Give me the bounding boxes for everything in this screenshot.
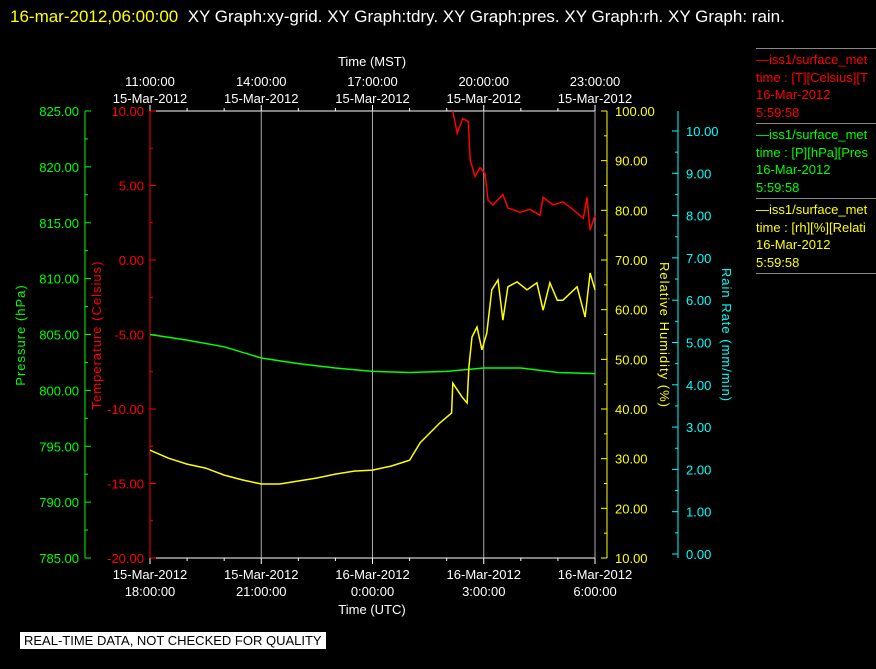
- pressure-tick-label: 820.00: [39, 160, 79, 175]
- x-tick-date: 16-Mar-2012: [447, 567, 521, 582]
- top-tick-time: 17:00:00: [347, 74, 398, 89]
- legend-line: —iss1/surface_met: [756, 52, 868, 67]
- rh-tick-label: 20.00: [615, 501, 648, 516]
- top-tick-date: 15-Mar-2012: [224, 91, 298, 106]
- x-tick-date: 15-Mar-2012: [224, 567, 298, 582]
- legend: —iss1/surface_met time : [T][Celsius][T 16…: [756, 48, 876, 274]
- temperature-axis-label: Temperature (Celsius): [89, 261, 104, 410]
- top-tick-time: 11:00:00: [125, 74, 175, 89]
- rain-tick-label: 4.00: [686, 378, 711, 393]
- pressure-tick-label: 825.00: [39, 104, 79, 119]
- pressure-tick-label: 795.00: [39, 439, 79, 454]
- top-tick-date: 15-Mar-2012: [447, 91, 521, 106]
- x-tick-time: 18:00:00: [125, 584, 176, 599]
- temperature-tick-label: 0.00: [119, 253, 144, 268]
- rh-tick-label: 10.00: [615, 551, 648, 566]
- temperature-tick-label: -20.00: [107, 551, 144, 566]
- top-axis-label: Time (MST): [338, 54, 406, 69]
- quality-disclaimer: REAL-TIME DATA, NOT CHECKED FOR QUALITY: [20, 632, 326, 649]
- x-tick-date: 15-Mar-2012: [113, 567, 187, 582]
- temperature-tick-label: -5.00: [114, 328, 144, 343]
- legend-line: time : [P][hPa][Pres: [756, 144, 868, 160]
- pressure-tick-label: 805.00: [39, 328, 79, 343]
- xy-graph: 15-Mar-2012 18:00:00 11:00:00 15-Mar-2012 15…: [13, 54, 734, 617]
- rh-tick-label: 50.00: [615, 352, 648, 367]
- temperature-tick-label: -10.00: [107, 402, 144, 417]
- rh-tick-label: 40.00: [615, 402, 648, 417]
- rh-tick-label: 60.00: [615, 303, 648, 318]
- rain-tick-label: 10.00: [686, 124, 719, 139]
- rain-tick-label: 6.00: [686, 293, 711, 308]
- legend-entry: —iss1/surface_mettime : [rh][%][Relati 16…: [756, 198, 876, 274]
- legend-line: 16-Mar-2012: [756, 237, 831, 252]
- rain-tick-label: 8.00: [686, 209, 711, 224]
- pressure-axis-label: Pressure (hPa): [13, 284, 28, 385]
- legend-line: 5:59:58: [756, 179, 800, 195]
- temperature-tick-label: -15.00: [107, 477, 144, 492]
- rh-tick-label: 80.00: [615, 203, 648, 218]
- temperature-tick-label: 5.00: [119, 179, 144, 194]
- rain-tick-label: 2.00: [686, 462, 711, 477]
- top-tick-time: 14:00:00: [236, 74, 287, 89]
- pressure-tick-label: 815.00: [39, 216, 79, 231]
- x-tick-time: 0:00:00: [351, 584, 394, 599]
- top-tick-time: 20:00:00: [458, 74, 509, 89]
- legend-line: —iss1/surface_met: [756, 202, 868, 217]
- legend-line: 16-Mar-2012: [756, 87, 831, 102]
- legend-line: —iss1/surface_met: [756, 127, 868, 142]
- legend-line: 5:59:58: [756, 254, 800, 270]
- pressure-tick-label: 790.00: [39, 495, 79, 510]
- legend-line: time : [rh][%][Relati: [756, 219, 866, 235]
- pressure-tick-label: 800.00: [39, 383, 79, 398]
- rh-tick-label: 90.00: [615, 154, 648, 169]
- rain-tick-label: 0.00: [686, 547, 711, 562]
- rh-tick-label: 30.00: [615, 452, 648, 467]
- rh-tick-label: 70.00: [615, 253, 648, 268]
- top-tick-date: 15-Mar-2012: [335, 91, 409, 106]
- rh-axis-label: Relative Humidity (%): [657, 262, 672, 408]
- rain-tick-label: 3.00: [686, 420, 711, 435]
- x-tick-date: 16-Mar-2012: [558, 567, 632, 582]
- pressure-tick-label: 785.00: [39, 551, 79, 566]
- x-tick-time: 3:00:00: [462, 584, 505, 599]
- rain-tick-label: 7.00: [686, 251, 711, 266]
- legend-line: 16-Mar-2012: [756, 162, 831, 177]
- pressure-tick-label: 810.00: [39, 272, 79, 287]
- legend-entry: —iss1/surface_mettime : [T][Celsius][T 16…: [756, 48, 876, 123]
- rain-axis-label: Rain Rate (mm/min): [719, 268, 734, 402]
- rain-tick-label: 5.00: [686, 336, 711, 351]
- legend-entry: —iss1/surface_mettime : [P][hPa][Pres 16-…: [756, 123, 876, 198]
- legend-line: time : [T][Celsius][T: [756, 69, 868, 85]
- x-tick-date: 16-Mar-2012: [335, 567, 409, 582]
- top-tick-time: 23:00:00: [570, 74, 621, 89]
- x-tick-time: 6:00:00: [573, 584, 616, 599]
- rain-tick-label: 9.00: [686, 166, 711, 181]
- rh-tick-label: 100.00: [615, 104, 655, 119]
- x-tick-time: 21:00:00: [236, 584, 287, 599]
- rain-tick-label: 1.00: [686, 505, 711, 520]
- temperature-tick-label: 10.00: [111, 104, 144, 119]
- legend-line: 5:59:58: [756, 104, 800, 120]
- x-axis-label: Time (UTC): [338, 602, 405, 617]
- temperature-series-line: [452, 110, 596, 231]
